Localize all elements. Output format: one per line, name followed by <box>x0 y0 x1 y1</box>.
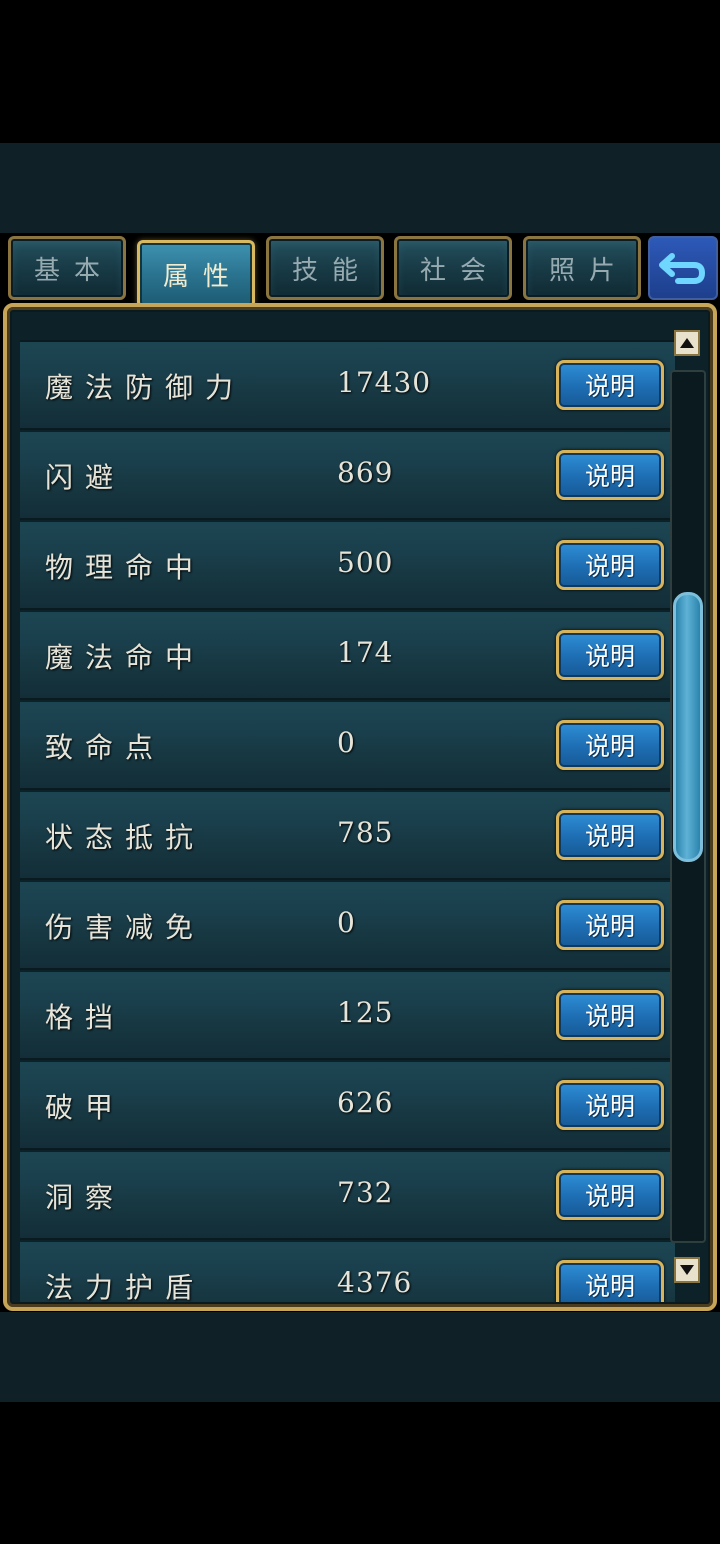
attribute-name: 闪避 <box>45 461 126 494</box>
explain-button[interactable]: 说明 <box>556 630 664 680</box>
attribute-row: 洞察 732 说明 <box>20 1152 675 1240</box>
scroll-up-button[interactable] <box>674 330 700 356</box>
attribute-row: 伤害减免 0 说明 <box>20 882 675 970</box>
attribute-value: 732 <box>337 1176 394 1209</box>
attribute-row: 法力护盾 4376 说明 <box>20 1242 675 1302</box>
explain-button[interactable]: 说明 <box>556 450 664 500</box>
attribute-name: 状态抵抗 <box>45 821 206 854</box>
top-band <box>0 143 720 233</box>
attribute-row: 致命点 0 说明 <box>20 702 675 790</box>
attribute-name: 魔法防御力 <box>45 371 246 404</box>
tab-social[interactable]: 社会 <box>394 236 512 300</box>
attribute-name: 物理命中 <box>45 551 206 584</box>
attribute-name: 法力护盾 <box>45 1271 206 1302</box>
attribute-value: 0 <box>337 906 356 939</box>
return-arrow-icon <box>659 253 706 284</box>
explain-button[interactable]: 说明 <box>556 1170 664 1220</box>
attribute-row: 格挡 125 说明 <box>20 972 675 1060</box>
attribute-value: 785 <box>337 816 394 849</box>
attribute-list[interactable]: 魔法防御力 17430 说明 闪避 869 说明 物理命中 500 说明 魔法命… <box>20 340 675 1302</box>
explain-button[interactable]: 说明 <box>556 1080 664 1130</box>
attribute-value: 626 <box>337 1086 394 1119</box>
attribute-name: 致命点 <box>45 731 166 764</box>
arrow-down-icon <box>680 1265 694 1275</box>
tab-attributes[interactable]: 属性 <box>137 240 255 308</box>
explain-button[interactable]: 说明 <box>556 360 664 410</box>
attribute-value: 174 <box>337 636 394 669</box>
attribute-value: 125 <box>337 996 394 1029</box>
bottom-band <box>0 1312 720 1402</box>
attribute-row: 状态抵抗 785 说明 <box>20 792 675 880</box>
attribute-row: 破甲 626 说明 <box>20 1062 675 1150</box>
explain-button[interactable]: 说明 <box>556 810 664 860</box>
attribute-value: 869 <box>337 456 394 489</box>
explain-button[interactable]: 说明 <box>556 900 664 950</box>
attribute-name: 破甲 <box>45 1091 126 1124</box>
scroll-down-button[interactable] <box>674 1257 700 1283</box>
attribute-row: 魔法命中 174 说明 <box>20 612 675 700</box>
attribute-value: 17430 <box>337 366 432 399</box>
attribute-value: 4376 <box>337 1266 413 1299</box>
attribute-name: 格挡 <box>45 1001 126 1034</box>
scrollbar-thumb[interactable] <box>673 592 703 862</box>
explain-button[interactable]: 说明 <box>556 720 664 770</box>
arrow-up-icon <box>680 338 694 348</box>
explain-button[interactable]: 说明 <box>556 990 664 1040</box>
explain-button[interactable]: 说明 <box>556 1260 664 1302</box>
attribute-value: 500 <box>337 546 394 579</box>
attribute-row: 闪避 869 说明 <box>20 432 675 520</box>
attribute-name: 魔法命中 <box>45 641 206 674</box>
attribute-row: 魔法防御力 17430 说明 <box>20 342 675 430</box>
attributes-panel: 魔法防御力 17430 说明 闪避 869 说明 物理命中 500 说明 魔法命… <box>3 303 717 1311</box>
attribute-row: 物理命中 500 说明 <box>20 522 675 610</box>
tab-bar: 基本 属性 技能 社会 照片 <box>0 232 720 308</box>
attribute-name: 洞察 <box>45 1181 126 1214</box>
tab-photos[interactable]: 照片 <box>523 236 641 300</box>
attribute-value: 0 <box>337 726 356 759</box>
explain-button[interactable]: 说明 <box>556 540 664 590</box>
back-button[interactable] <box>648 236 718 300</box>
attribute-name: 伤害减免 <box>45 911 206 944</box>
tab-skills[interactable]: 技能 <box>266 236 384 300</box>
tab-basic[interactable]: 基本 <box>8 236 126 300</box>
